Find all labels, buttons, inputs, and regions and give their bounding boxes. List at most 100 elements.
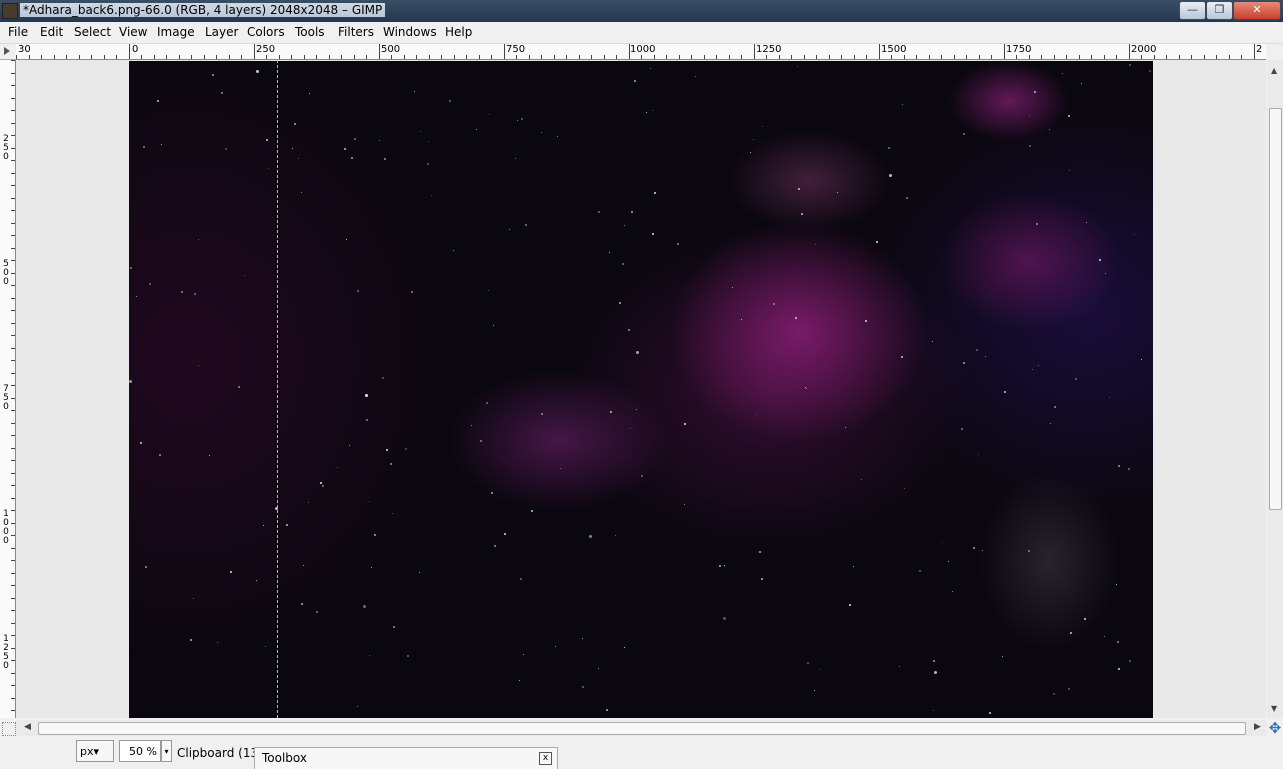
menu-edit[interactable]: Edit	[40, 25, 63, 39]
unit-select[interactable]: px▾	[76, 740, 114, 762]
menu-image[interactable]: Image	[157, 25, 195, 39]
star	[159, 454, 161, 456]
star	[320, 482, 322, 484]
ruler-tick	[66, 55, 67, 59]
ruler-tick	[566, 55, 567, 59]
menu-filters[interactable]: Filters	[338, 25, 374, 39]
ruler-tick	[28, 55, 30, 59]
star	[762, 126, 763, 127]
ruler-label: 0	[132, 44, 139, 55]
star	[636, 409, 637, 410]
toolbox-window-tab[interactable]: Toolbox x	[254, 747, 558, 769]
ruler-tick	[11, 147, 15, 149]
zoom-input[interactable]: 50 %	[119, 740, 161, 762]
image-canvas[interactable]	[129, 61, 1153, 718]
menu-help[interactable]: Help	[445, 25, 472, 39]
star	[652, 110, 653, 111]
vertical-guide[interactable]	[277, 60, 278, 718]
star	[820, 669, 821, 670]
ruler-tick	[253, 44, 255, 59]
scroll-right-icon[interactable]: ▶	[1254, 722, 1261, 732]
gimp-app-icon[interactable]	[2, 3, 18, 19]
menu-bar: File Edit Select View Image Layer Colors…	[0, 22, 1283, 44]
ruler-tick	[203, 55, 205, 59]
star	[650, 68, 651, 69]
star	[589, 535, 592, 538]
ruler-tick	[11, 110, 15, 111]
menu-windows[interactable]: Windows	[383, 25, 437, 39]
ruler-tick	[11, 660, 15, 661]
menu-tools[interactable]: Tools	[295, 25, 325, 39]
star	[308, 502, 309, 503]
ruler-label: 750	[506, 44, 526, 55]
navigate-icon[interactable]: ✥	[1267, 720, 1283, 736]
scroll-left-icon[interactable]: ◀	[24, 722, 31, 732]
ruler-tick	[991, 55, 992, 59]
canvas-area[interactable]	[16, 60, 1266, 718]
ruler-tick	[216, 55, 217, 59]
ruler-tick	[11, 260, 15, 261]
horizontal-scrollbar[interactable]: ◀ ▶	[16, 720, 1266, 736]
zoom-dropdown-button[interactable]: ▾	[161, 740, 172, 762]
quick-mask-icon[interactable]	[2, 722, 16, 736]
star	[684, 504, 685, 505]
menu-view[interactable]: View	[119, 25, 147, 39]
star	[129, 380, 132, 383]
scroll-up-icon[interactable]: ▲	[1271, 66, 1277, 75]
ruler-tick	[803, 55, 805, 59]
ruler-tick	[11, 685, 15, 686]
star	[773, 303, 775, 305]
ruler-tick	[978, 55, 980, 59]
menu-select[interactable]: Select	[74, 25, 111, 39]
star	[130, 267, 132, 269]
ruler-corner-toggle[interactable]	[0, 44, 17, 60]
star	[369, 501, 370, 502]
ruler-tick	[1141, 55, 1142, 59]
ruler-tick	[716, 55, 717, 59]
ruler-tick	[1228, 55, 1230, 59]
menu-colors[interactable]: Colors	[247, 25, 285, 39]
ruler-tick	[428, 55, 430, 59]
star	[1028, 550, 1030, 552]
star	[149, 283, 151, 285]
ruler-label: 30	[18, 44, 31, 55]
ruler-tick	[728, 55, 730, 59]
ruler-tick	[341, 55, 342, 59]
maximize-button[interactable]: ❐	[1206, 1, 1233, 20]
ruler-tick	[11, 410, 15, 411]
star	[849, 604, 851, 606]
vertical-scroll-thumb[interactable]	[1269, 108, 1282, 510]
star	[509, 229, 510, 230]
horizontal-ruler[interactable]: 30 0 250 500 750 1000 1250 1500 1750 200…	[16, 44, 1266, 60]
star	[292, 148, 293, 149]
ruler-tick	[11, 572, 15, 574]
close-button[interactable]: ✕	[1233, 1, 1281, 20]
ruler-tick	[878, 44, 880, 59]
menu-file[interactable]: File	[8, 25, 28, 39]
star	[301, 192, 302, 193]
star	[392, 513, 393, 514]
star	[420, 131, 421, 132]
close-icon[interactable]: x	[539, 752, 552, 765]
star	[1129, 64, 1131, 66]
unit-value: px	[80, 745, 94, 758]
vertical-scrollbar[interactable]: ▲ ▼	[1267, 60, 1283, 718]
ruler-tick	[11, 85, 15, 86]
star	[985, 356, 986, 357]
star	[1034, 91, 1036, 93]
ruler-tick	[491, 55, 492, 59]
horizontal-scroll-thumb[interactable]	[38, 722, 1246, 735]
ruler-tick	[11, 522, 15, 524]
star	[646, 112, 647, 113]
ruler-label: 1000	[3, 509, 9, 546]
menu-layer[interactable]: Layer	[205, 25, 238, 39]
ruler-tick	[11, 210, 15, 211]
star	[606, 709, 608, 711]
ruler-tick	[503, 44, 505, 59]
ruler-tick	[11, 710, 15, 711]
scroll-down-icon[interactable]: ▼	[1271, 704, 1277, 713]
star	[521, 118, 523, 120]
star	[349, 445, 350, 446]
vertical-ruler[interactable]: 250 500 750 1000 1250	[0, 60, 16, 718]
minimize-button[interactable]: —	[1179, 1, 1206, 20]
